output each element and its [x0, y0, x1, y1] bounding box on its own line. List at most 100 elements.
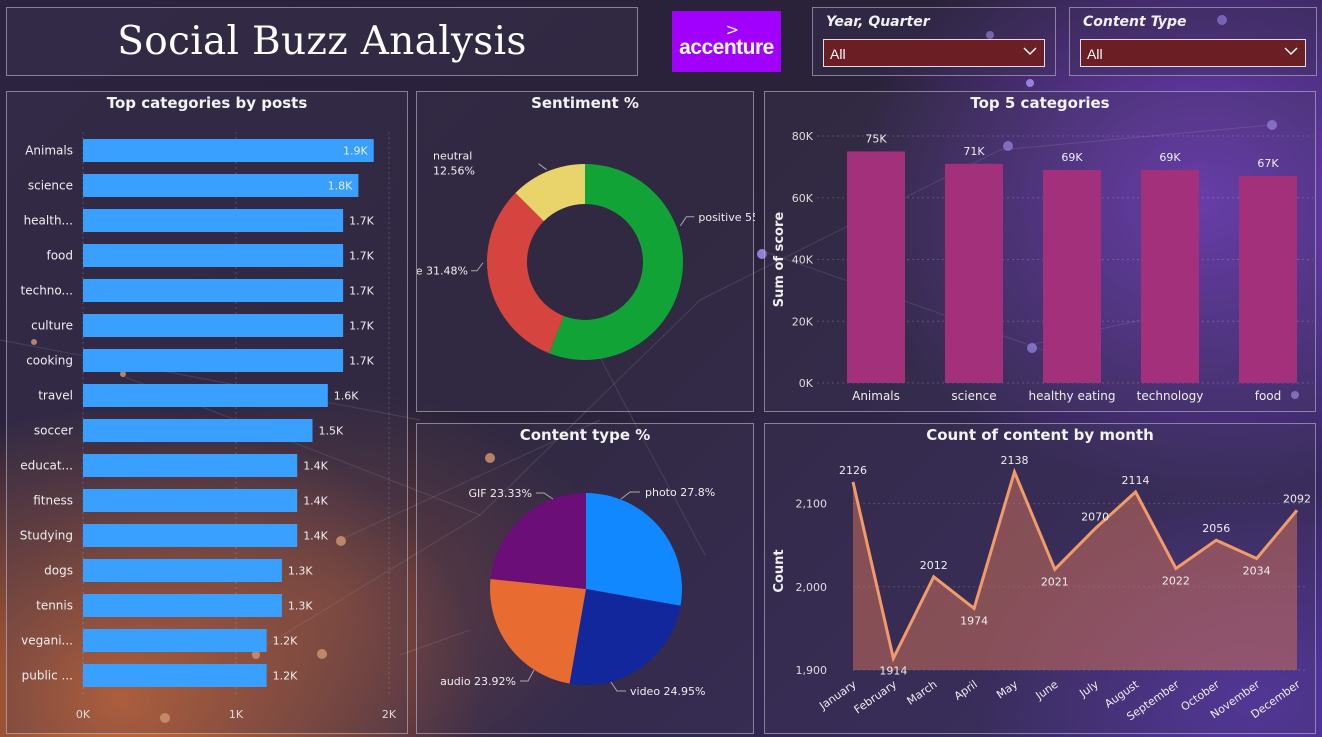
- bar: [83, 454, 298, 477]
- data-label: 1.4K: [303, 530, 328, 543]
- slice-label: neutral: [433, 150, 472, 163]
- data-label: 2138: [1000, 454, 1028, 467]
- data-label: 2022: [1162, 574, 1190, 587]
- leader-line: [620, 491, 640, 500]
- category-label: cooking: [26, 354, 73, 368]
- data-label: 1.7K: [349, 320, 374, 333]
- category-label: techno...: [21, 284, 73, 298]
- category-label: science: [951, 389, 996, 403]
- top-categories-panel: Top categories by posts 0K 1K 2K Animals 1.9…: [6, 91, 408, 734]
- bar: [83, 559, 282, 582]
- data-label: 1.3K: [288, 565, 313, 578]
- accenture-logo: > accenture: [672, 11, 781, 72]
- top5-categories-chart: 0K 20K 40K 60K 80K Sum of score 75K Animals 71K s…: [772, 130, 1313, 403]
- y-tick-label: 1,900: [796, 664, 828, 677]
- data-label: 2056: [1202, 522, 1230, 535]
- bar: [83, 139, 374, 162]
- slice-label: negative 31.48%: [417, 265, 468, 278]
- data-label: 1.6K: [334, 390, 359, 403]
- y-tick-label: 20K: [792, 315, 814, 328]
- leader-line: [471, 262, 484, 272]
- year-quarter-label: Year, Quarter: [826, 14, 930, 30]
- content-type-panel: Content type % photo 27.8% video 24.95% au…: [416, 423, 754, 734]
- data-label: 1974: [960, 614, 988, 627]
- x-tick-label: July: [1076, 678, 1101, 701]
- leader-line: [536, 492, 554, 500]
- x-tick-label: June: [1033, 678, 1061, 703]
- data-label: 69K: [1061, 151, 1083, 164]
- y-tick-label: 2,000: [796, 581, 828, 594]
- data-label: 69K: [1159, 151, 1181, 164]
- pie-slice: [490, 493, 586, 589]
- slice-label: video 24.95%: [630, 685, 706, 698]
- data-label: 1.4K: [303, 495, 328, 508]
- bar: [83, 174, 359, 197]
- y-axis-label: Sum of score: [772, 212, 787, 308]
- data-label: 71K: [963, 145, 985, 158]
- year-quarter-slicer: Year, Quarter All: [812, 7, 1056, 76]
- category-label: science: [28, 179, 73, 193]
- data-label: 1.7K: [349, 355, 374, 368]
- count-by-month-panel: Count of content by month 1,900 2,000 2,10…: [764, 423, 1316, 734]
- x-tick-label: May: [994, 678, 1020, 702]
- logo-text: accenture: [679, 35, 774, 59]
- category-label: healthy eating: [1029, 389, 1116, 403]
- slice-label: positive 55.96%: [698, 211, 755, 224]
- data-label: 2070: [1081, 511, 1109, 524]
- x-tick-label: February: [852, 678, 900, 717]
- pie-slice: [569, 589, 681, 685]
- data-label: 1.7K: [349, 250, 374, 263]
- y-tick-label: 0K: [799, 377, 814, 390]
- data-label: 1.7K: [349, 215, 374, 228]
- category-label: soccer: [34, 424, 73, 438]
- data-label: 1.9K: [343, 145, 368, 158]
- category-label: Studying: [20, 529, 73, 543]
- content-type-label: Content Type: [1083, 14, 1187, 30]
- bar: [83, 314, 344, 337]
- category-label: food: [46, 249, 73, 263]
- category-label: travel: [38, 389, 73, 403]
- category-label: food: [1255, 389, 1282, 403]
- data-label: 1.5K: [319, 425, 344, 438]
- x-tick-label: 1K: [229, 708, 244, 721]
- x-tick-label: March: [905, 678, 940, 708]
- category-label: culture: [31, 319, 73, 333]
- data-label: 2126: [839, 464, 867, 477]
- bar: [83, 384, 328, 407]
- data-label: 2021: [1041, 575, 1069, 588]
- top-categories-chart: 0K 1K 2K Animals 1.9K science 1.8K health... 1.7…: [20, 132, 397, 721]
- data-label: 1.7K: [349, 285, 374, 298]
- data-label: 2092: [1283, 492, 1311, 505]
- leader-line: [538, 163, 547, 171]
- slice-label: 12.56%: [433, 165, 475, 178]
- title-banner: Social Buzz Analysis: [6, 7, 638, 76]
- data-label: 67K: [1257, 157, 1279, 170]
- dashboard-title: Social Buzz Analysis: [117, 19, 527, 64]
- category-label: educat...: [20, 459, 73, 473]
- bar: [83, 524, 298, 547]
- content-type-dropdown[interactable]: All: [1080, 39, 1306, 67]
- data-label: 1.4K: [303, 460, 328, 473]
- y-tick-label: 2,100: [796, 498, 828, 511]
- bar: [83, 629, 267, 652]
- y-tick-label: 40K: [792, 254, 814, 267]
- content-type-value: All: [1087, 46, 1103, 62]
- bar: [83, 664, 267, 687]
- category-label: Animals: [25, 144, 73, 158]
- category-label: public ...: [22, 669, 73, 683]
- bar: [83, 489, 298, 512]
- top5-categories-panel: Top 5 categories 0K 20K 40K 60K 80K Sum of sc…: [764, 91, 1316, 412]
- bar: [1141, 169, 1199, 383]
- data-label: 1.3K: [288, 600, 313, 613]
- donut-slice: [487, 192, 564, 354]
- x-tick-label: 2K: [382, 708, 397, 721]
- x-tick-label: 0K: [76, 708, 91, 721]
- bar: [847, 151, 905, 383]
- pie-slice: [490, 578, 586, 684]
- leader-line: [679, 216, 695, 227]
- year-quarter-dropdown[interactable]: All: [823, 39, 1045, 67]
- pie-slice: [586, 493, 682, 606]
- leader-line: [520, 669, 535, 682]
- bar: [83, 419, 313, 442]
- data-label: 2012: [920, 559, 948, 572]
